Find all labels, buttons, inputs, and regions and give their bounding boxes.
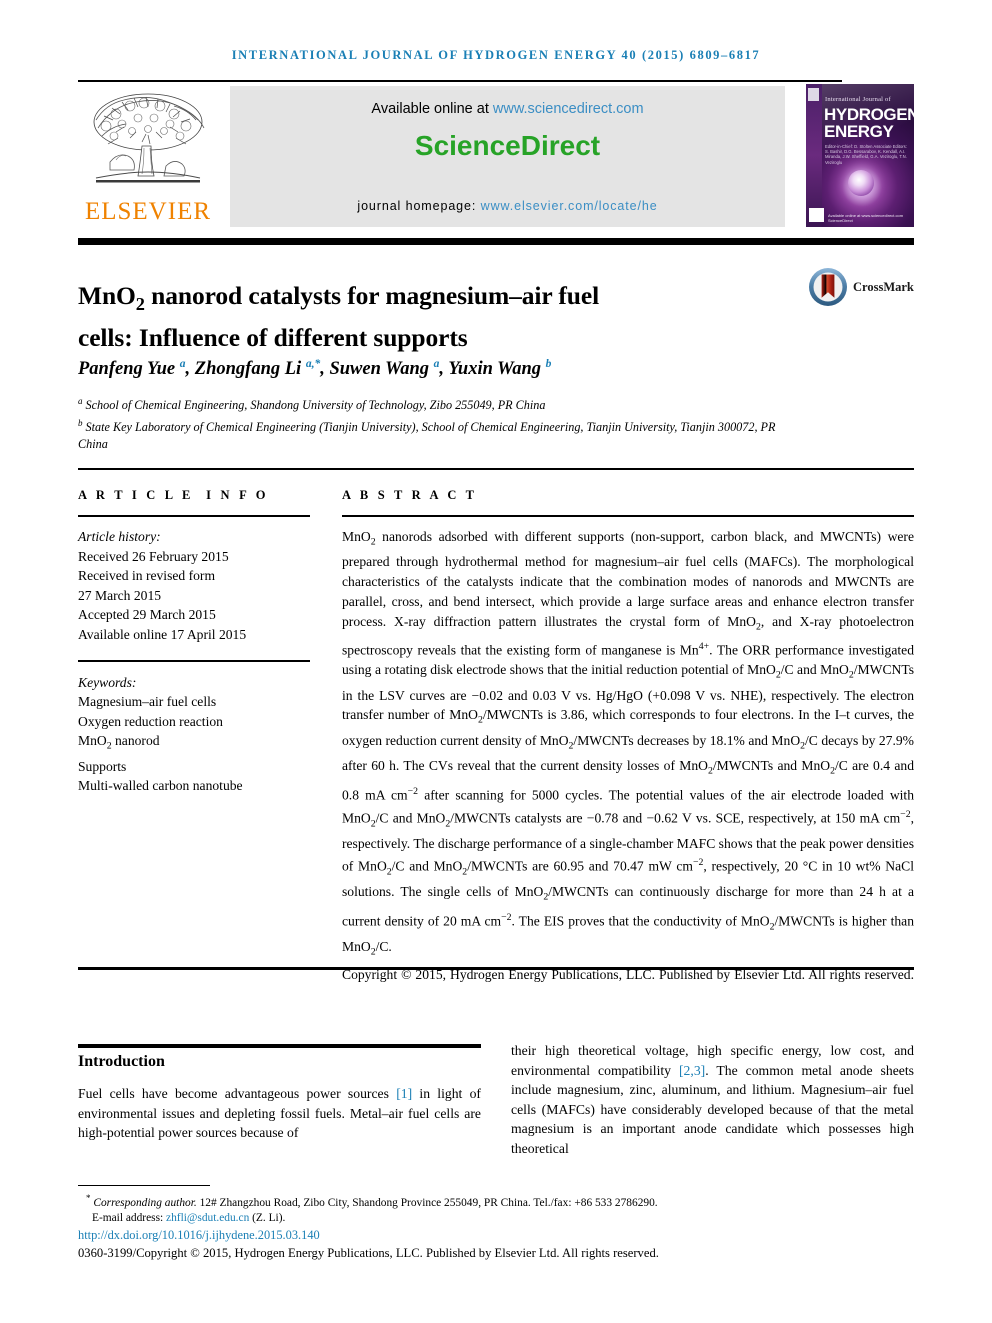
author-list: Panfeng Yue a, Zhongfang Li a,*, Suwen W…: [78, 358, 552, 380]
affiliation-b-mark: b: [78, 417, 83, 428]
author-3-affiliation-mark: a: [433, 358, 440, 370]
available-online-prefix: Available online at: [371, 101, 493, 117]
issn-copyright-line: 0360-3199/Copyright © 2015, Hydrogen Ene…: [78, 1246, 659, 1260]
citation-ref-1[interactable]: [1]: [396, 1086, 412, 1101]
crossmark-badge-group[interactable]: CrossMark: [808, 267, 914, 309]
abstract-heading-rule: [342, 515, 914, 517]
abstract-bottom-rule: [78, 967, 914, 970]
corresponding-author-label: Corresponding author.: [93, 1196, 197, 1209]
corresponding-author-note: * Corresponding author. 12# Zhangzhou Ro…: [78, 1191, 914, 1211]
cover-top-line: International Journal of: [825, 96, 891, 103]
article-info-heading-rule: [78, 515, 310, 517]
article-history-label: Article history:: [78, 529, 161, 544]
cover-title-energy: ENERGY: [824, 122, 894, 141]
cover-elsevier-mark-icon: [808, 88, 819, 101]
keyword-2: MnO2 nanorod: [78, 733, 160, 753]
email-note: E-mail address: zhfli@sdut.edu.cn (Z. Li…: [78, 1211, 914, 1227]
author-2-affiliation-mark: a,*: [305, 358, 321, 370]
introduction-heading: Introduction: [78, 1053, 165, 1070]
author-2: Zhongfang Li a,*: [194, 358, 321, 380]
keyword-0: Magnesium–air fuel cells: [78, 694, 217, 710]
email-link[interactable]: zhfli@sdut.edu.cn: [166, 1212, 249, 1224]
history-item-4: Available online 17 April 2015: [78, 626, 247, 642]
history-item-0: Received 26 February 2015: [78, 548, 229, 564]
affiliation-b: b State Key Laboratory of Chemical Engin…: [78, 415, 778, 454]
elsevier-wordmark: ELSEVIER: [84, 198, 212, 225]
history-item-1: Received in revised form: [78, 568, 216, 584]
journal-cover-image: International Journal of HYDROGEN ENERGY…: [806, 84, 914, 227]
affiliation-a-mark: a: [78, 396, 83, 406]
abstract-copyright: Copyright © 2015, Hydrogen Energy Public…: [342, 967, 914, 983]
cover-left-bar: [806, 84, 822, 227]
author-1-affiliation-mark: a: [179, 358, 186, 370]
article-info-divider-rule: [78, 659, 310, 662]
journal-article-page: INTERNATIONAL JOURNAL OF HYDROGEN ENERGY…: [0, 0, 992, 1323]
crossmark-label: CrossMark: [853, 280, 914, 294]
elsevier-tree-icon: [93, 93, 205, 183]
introduction-paragraph-left: Fuel cells have become advantageous powe…: [78, 1086, 481, 1141]
history-item-3: Accepted 29 March 2015: [78, 607, 216, 623]
header-bottom-rule: [78, 238, 914, 245]
footnote-rule: [78, 1185, 210, 1187]
article-title-line1: MnO2 nanorod catalysts for magnesium–air…: [78, 281, 600, 315]
cover-footer-text: Available online at www.sciencedirect.co…: [828, 213, 904, 223]
article-info-heading: A R T I C L E I N F O: [78, 488, 269, 502]
author-4: Yuxin Wang b: [448, 358, 552, 380]
journal-homepage-prefix: journal homepage:: [357, 199, 481, 213]
email-owner: (Z. Li).: [252, 1212, 286, 1225]
available-online-line: Available online at www.sciencedirect.co…: [230, 101, 785, 117]
sciencedirect-box: Available online at www.sciencedirect.co…: [230, 86, 785, 227]
email-label: E-mail address:: [92, 1212, 164, 1225]
author-3: Suwen Wang a: [329, 358, 440, 380]
sciencedirect-url-link[interactable]: www.sciencedirect.com: [493, 101, 644, 117]
cover-footer-logo-icon: [809, 208, 824, 222]
cover-editors: Editor-in-Chief: D. Stolten Associate Ed…: [825, 144, 907, 165]
keyword-1: Oxygen reduction reaction: [78, 713, 223, 729]
affiliation-b-text: State Key Laboratory of Chemical Enginee…: [78, 419, 776, 452]
doi-link[interactable]: http://dx.doi.org/10.1016/j.ijhydene.201…: [78, 1228, 320, 1243]
journal-homepage-line: journal homepage: www.elsevier.com/locat…: [230, 199, 785, 213]
footnote-block: * Corresponding author. 12# Zhangzhou Ro…: [78, 1191, 914, 1227]
article-history-block: Article history: Received 26 February 20…: [78, 527, 310, 645]
abstract-text: MnO2 nanorods adsorbed with different su…: [342, 529, 914, 958]
affiliation-list: a School of Chemical Engineering, Shando…: [78, 393, 778, 454]
introduction-top-rule: [78, 1044, 481, 1048]
cover-orb-graphic: [848, 170, 874, 196]
sciencedirect-logo: ScienceDirect: [414, 130, 601, 161]
page-title: MnO2 nanorod catalysts for magnesium–air…: [78, 279, 698, 355]
keywords-label: Keywords:: [78, 674, 137, 690]
keyword-3: Supports: [78, 758, 127, 774]
journal-header-banner: ELSEVIER Available online at www.science…: [78, 82, 914, 228]
citation-ref-2-3[interactable]: [2,3]: [679, 1063, 705, 1078]
keywords-block: Keywords: Magnesium–air fuel cells Oxyge…: [78, 673, 310, 796]
keyword-4: Multi-walled carbon nanotube: [78, 778, 243, 794]
affiliation-a: a School of Chemical Engineering, Shando…: [78, 393, 778, 415]
author-4-affiliation-mark: b: [545, 358, 552, 370]
abstract-column: A B S T R A C T MnO2 nanorods adsorbed w…: [342, 488, 914, 1005]
cover-title-hydrogen: HYDROGEN: [824, 105, 914, 124]
introduction-paragraph-right: their high theoretical voltage, high spe…: [511, 1043, 914, 1156]
corresponding-author-address: 12# Zhangzhou Road, Zibo City, Shandong …: [196, 1196, 658, 1209]
authors-bottom-rule: [78, 468, 914, 470]
running-head: INTERNATIONAL JOURNAL OF HYDROGEN ENERGY…: [231, 48, 761, 62]
crossmark-icon[interactable]: [808, 267, 848, 307]
elsevier-logo: ELSEVIER: [78, 86, 218, 228]
affiliation-a-text: School of Chemical Engineering, Shandong…: [85, 398, 546, 413]
corresponding-author-marker: *: [86, 1193, 91, 1203]
abstract-heading: A B S T R A C T: [342, 488, 478, 502]
journal-homepage-link[interactable]: www.elsevier.com/locate/he: [481, 199, 658, 213]
author-1: Panfeng Yue a: [78, 358, 186, 380]
article-info-column: A R T I C L E I N F O Article history: R…: [78, 488, 310, 796]
history-item-2: 27 March 2015: [78, 587, 162, 603]
article-title-line2: cells: Influence of different supports: [78, 323, 468, 353]
